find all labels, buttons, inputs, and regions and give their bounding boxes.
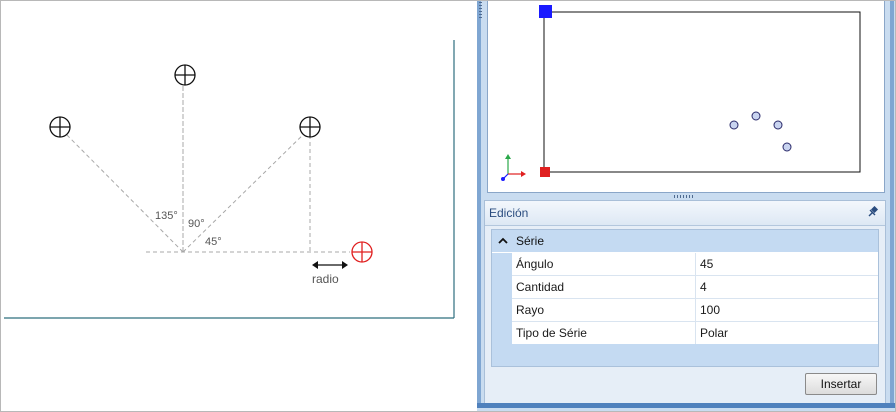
window-border (0, 0, 896, 412)
